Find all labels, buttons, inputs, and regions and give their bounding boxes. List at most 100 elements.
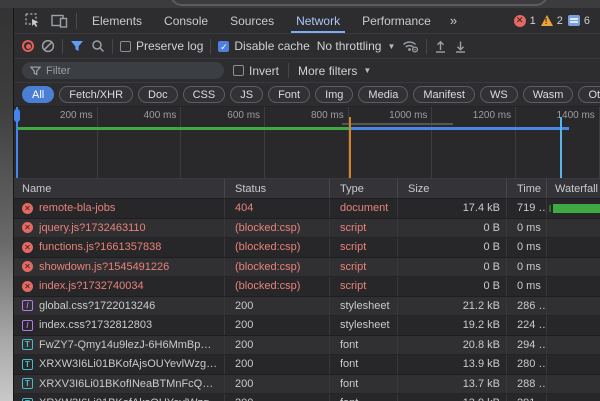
time-cell: 294 …: [507, 336, 547, 355]
network-toolbar: Preserve log ✓ Disable cache No throttli…: [14, 34, 600, 59]
error-icon: ✕: [22, 242, 33, 253]
filter-toggle-icon[interactable]: [70, 40, 84, 52]
checkbox-unchecked: [120, 41, 131, 52]
tab-network[interactable]: Network: [285, 8, 351, 33]
table-row[interactable]: ✕jquery.js?1732463110(blocked:csp)script…: [14, 219, 600, 239]
checkbox-checked: ✓: [218, 41, 229, 52]
error-count-badge[interactable]: ✕ 1: [514, 15, 536, 27]
filter-bar: Invert More filters ▼: [14, 59, 600, 83]
ruler-tick: 200 ms: [14, 107, 98, 178]
chip-font[interactable]: Font: [268, 86, 310, 103]
overview-drag-handle[interactable]: [14, 109, 20, 122]
device-toolbar-icon[interactable]: [46, 10, 72, 32]
warning-count-badge[interactable]: ! 2: [541, 15, 563, 27]
time-cell: 280 …: [507, 355, 547, 374]
more-filters-dropdown[interactable]: More filters ▼: [298, 64, 371, 78]
table-row[interactable]: ✕index.js?1732740034(blocked:csp)script0…: [14, 277, 600, 297]
message-count: 6: [584, 15, 590, 27]
column-header-status[interactable]: Status: [225, 179, 330, 198]
type-cell: script: [330, 219, 398, 238]
font-icon: T: [22, 339, 33, 350]
chip-other[interactable]: Other: [578, 86, 600, 103]
status-cell: (blocked:csp): [225, 258, 330, 277]
tab-performance[interactable]: Performance: [351, 8, 442, 33]
name-cell: ✕remote-bla-jobs: [14, 199, 225, 218]
size-cell: 13.9 kB: [398, 394, 507, 401]
tab-console[interactable]: Console: [153, 8, 219, 33]
tab-elements[interactable]: Elements: [81, 8, 153, 33]
table-row[interactable]: /index.css?1732812803200stylesheet19.2 k…: [14, 316, 600, 336]
divider: [112, 39, 113, 54]
status-cell: (blocked:csp): [225, 219, 330, 238]
request-type-chips: All Fetch/XHR Doc CSSJS Font Img Media Manifest…: [14, 83, 600, 107]
status-cell: (blocked:csp): [225, 238, 330, 257]
network-conditions-icon[interactable]: [402, 39, 419, 53]
waterfall-cell: [547, 199, 600, 218]
column-header-size[interactable]: Size: [398, 179, 507, 198]
ruler-tick: 800 ms: [265, 107, 349, 178]
column-header-type[interactable]: Type: [330, 179, 398, 198]
import-har-icon[interactable]: [434, 40, 447, 53]
table-row[interactable]: TXRXW3I6Li01BKofAjsOUYevlWzg…200font13.9…: [14, 355, 600, 375]
network-overview[interactable]: 200 ms400 ms600 ms800 ms1000 ms1200 ms14…: [14, 107, 600, 179]
search-icon[interactable]: [91, 39, 105, 53]
stylesheet-icon: /: [22, 320, 33, 331]
chip-doc[interactable]: Doc: [138, 86, 178, 103]
name-cell: /index.css?1732812803: [14, 316, 225, 335]
throttling-value: No throttling: [317, 39, 382, 53]
chip-js[interactable]: JS: [230, 86, 263, 103]
chip-wasm[interactable]: Wasm: [523, 86, 574, 103]
type-cell: font: [330, 394, 398, 401]
table-row[interactable]: TFwZY7-Qmy14u9lezJ-6H6MmBp…200font20.8 k…: [14, 336, 600, 356]
chip-fetch-xhr[interactable]: Fetch/XHR: [59, 86, 133, 103]
devtools-panel: ElementsConsoleSourcesNetworkPerformance…: [14, 8, 600, 401]
column-header-name[interactable]: Name: [14, 179, 225, 198]
table-row[interactable]: TXRXW3I6Li01BKofAksOUYevlWzg200font13.9 …: [14, 394, 600, 401]
issues-count-badge[interactable]: 6: [568, 15, 590, 27]
size-cell: 0 B: [398, 219, 507, 238]
more-tabs-button[interactable]: »: [442, 13, 465, 28]
browser-chrome-sliver: [0, 0, 600, 8]
table-row[interactable]: /global.css?1722013246200stylesheet21.2 …: [14, 297, 600, 317]
chip-manifest[interactable]: Manifest: [413, 86, 475, 103]
disable-cache-checkbox[interactable]: ✓ Disable cache: [218, 39, 309, 53]
table-row[interactable]: ✕showdown.js?1545491226(blocked:csp)scri…: [14, 258, 600, 278]
status-cell: (blocked:csp): [225, 277, 330, 296]
ruler-tick: 600 ms: [181, 107, 265, 178]
error-icon: ✕: [514, 15, 526, 27]
type-cell: font: [330, 355, 398, 374]
page-edge-strip: [0, 8, 14, 401]
filter-input-wrap: [22, 62, 224, 79]
message-icon: [568, 15, 580, 26]
chip-media[interactable]: Media: [358, 86, 408, 103]
table-row[interactable]: ✕functions.js?1661357838(blocked:csp)scr…: [14, 238, 600, 258]
record-network-log-button[interactable]: [22, 40, 34, 52]
waterfall-cell: [547, 394, 600, 401]
size-cell: 0 B: [398, 258, 507, 277]
filter-input[interactable]: [46, 65, 216, 77]
export-har-icon[interactable]: [454, 40, 467, 53]
ruler-tick: 400 ms: [98, 107, 182, 178]
stylesheet-icon: /: [22, 300, 33, 311]
chip-ws[interactable]: WS: [480, 86, 518, 103]
error-icon: ✕: [22, 281, 33, 292]
status-cell: 404: [225, 199, 330, 218]
chip-img[interactable]: Img: [315, 86, 353, 103]
preserve-log-label: Preserve log: [136, 39, 203, 53]
checkbox-unchecked: [233, 65, 244, 76]
clear-network-log-button[interactable]: [41, 39, 55, 53]
column-header-time[interactable]: Time: [507, 179, 547, 198]
column-header-waterfall[interactable]: Waterfall: [547, 179, 600, 198]
inspect-element-icon[interactable]: [20, 10, 46, 32]
chip-css[interactable]: CSS: [183, 86, 226, 103]
table-row[interactable]: ✕remote-bla-jobs404document17.4 kB719 …: [14, 199, 600, 219]
chip-all[interactable]: All: [22, 86, 54, 103]
status-badges: ✕ 1 ! 2 6: [514, 15, 600, 27]
preserve-log-checkbox[interactable]: Preserve log: [120, 39, 203, 53]
tab-sources[interactable]: Sources: [219, 8, 285, 33]
type-cell: stylesheet: [330, 297, 398, 316]
table-row[interactable]: TXRXV3I6Li01BKofINeaBTMnFcQ…200font13.7 …: [14, 375, 600, 395]
invert-checkbox[interactable]: Invert: [233, 64, 279, 78]
throttling-dropdown[interactable]: No throttling ▼: [317, 39, 396, 53]
request-name: XRXW3I6Li01BKofAksOUYevlWzg: [39, 397, 209, 401]
